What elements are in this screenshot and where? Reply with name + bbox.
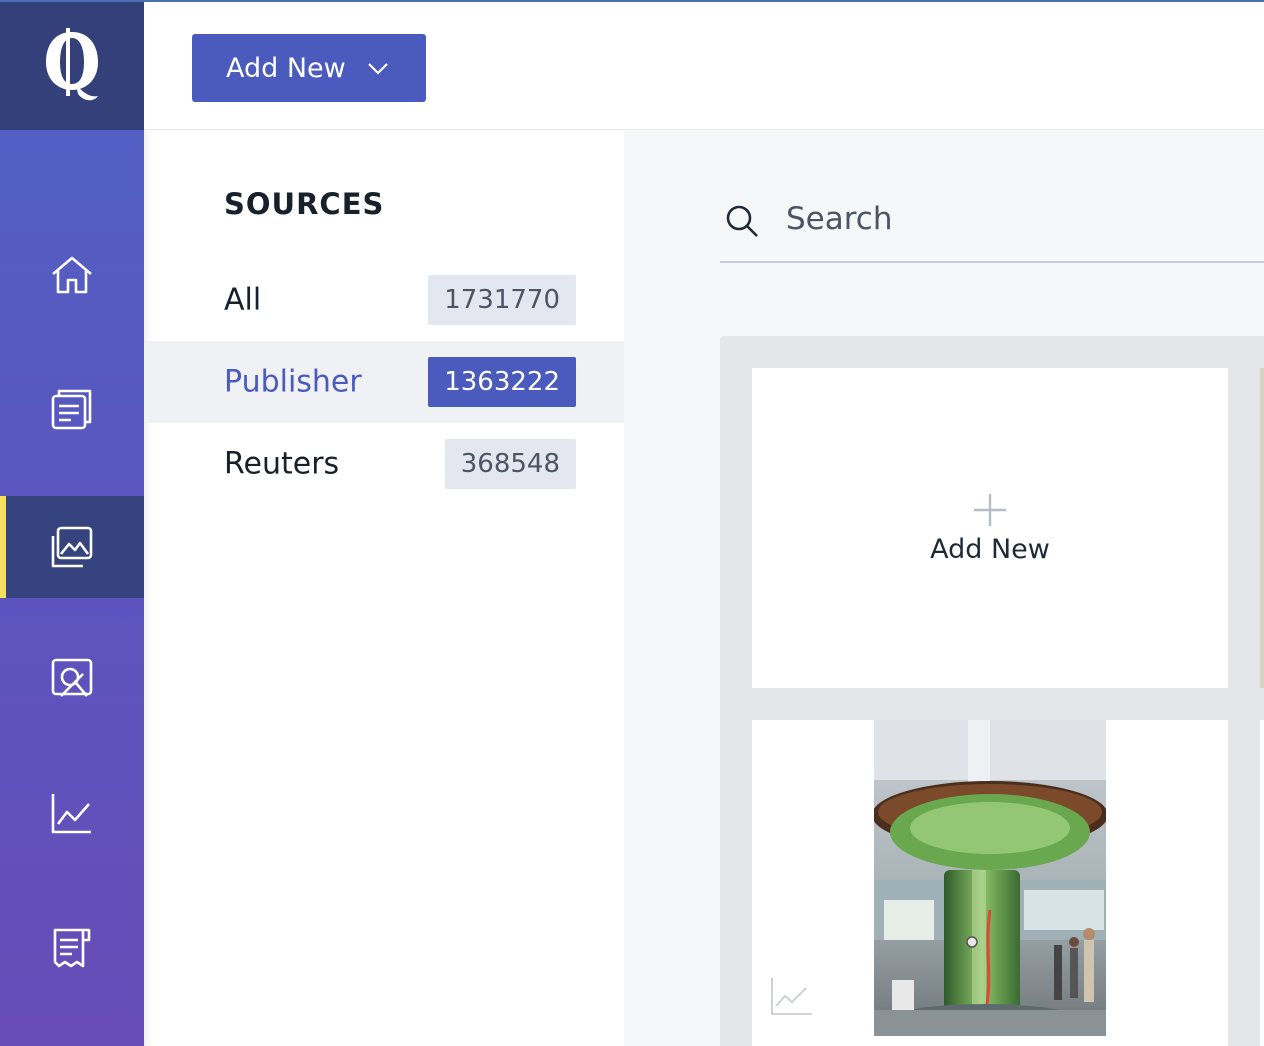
search-bar [720, 171, 1264, 263]
media-card-thumbnail[interactable] [1260, 368, 1264, 688]
sidebar-item-stories[interactable] [0, 358, 144, 460]
media-grid: Add New [720, 336, 1264, 1046]
sidebar-item-media[interactable] [0, 496, 144, 598]
top-bar: Add New [144, 2, 1264, 130]
sources-title: SOURCES [224, 187, 385, 221]
source-item-publisher[interactable]: Publisher 1363222 [144, 341, 624, 423]
q-logo-icon [46, 28, 98, 101]
review-icon [51, 658, 93, 697]
media-thumbnail [874, 720, 1106, 1036]
media-main: Add New [624, 131, 1264, 1046]
forms-icon [53, 928, 91, 968]
chevron-down-icon [367, 63, 388, 75]
sidebar-item-home[interactable] [0, 224, 144, 326]
source-count-badge: 1731770 [428, 275, 576, 325]
plus-icon [974, 493, 1006, 526]
source-count-badge: 1363222 [428, 357, 576, 407]
source-item-all[interactable]: All 1731770 [144, 259, 624, 341]
add-new-dropdown-button[interactable]: Add New [192, 34, 426, 102]
search-icon [726, 205, 758, 237]
source-label: Reuters [224, 446, 340, 482]
sidebar-item-analytics[interactable] [0, 762, 144, 864]
source-count-badge: 368548 [444, 439, 576, 489]
top-accent-line [0, 0, 1264, 2]
media-card[interactable] [752, 720, 1228, 1046]
media-card[interactable] [1260, 720, 1264, 1046]
add-new-button-label: Add New [226, 52, 346, 84]
search-input[interactable] [786, 193, 1264, 245]
source-label: All [224, 282, 262, 318]
sidebar-item-forms[interactable] [0, 896, 144, 998]
add-new-media-card[interactable]: Add New [752, 368, 1228, 688]
source-label: Publisher [224, 364, 362, 400]
source-item-reuters[interactable]: Reuters 368548 [144, 423, 624, 505]
sidebar-item-review[interactable] [0, 628, 144, 730]
brand-logo[interactable] [0, 0, 144, 130]
sidebar [0, 0, 144, 1046]
media-gallery-icon [51, 526, 93, 568]
stories-icon [51, 389, 92, 430]
sources-panel: SOURCES All 1731770 Publisher 1363222 Re… [144, 131, 624, 1046]
add-new-card-label: Add New [930, 533, 1050, 565]
home-icon [52, 256, 92, 294]
analytics-icon [51, 794, 91, 834]
analytics-chart-icon [771, 978, 812, 1015]
